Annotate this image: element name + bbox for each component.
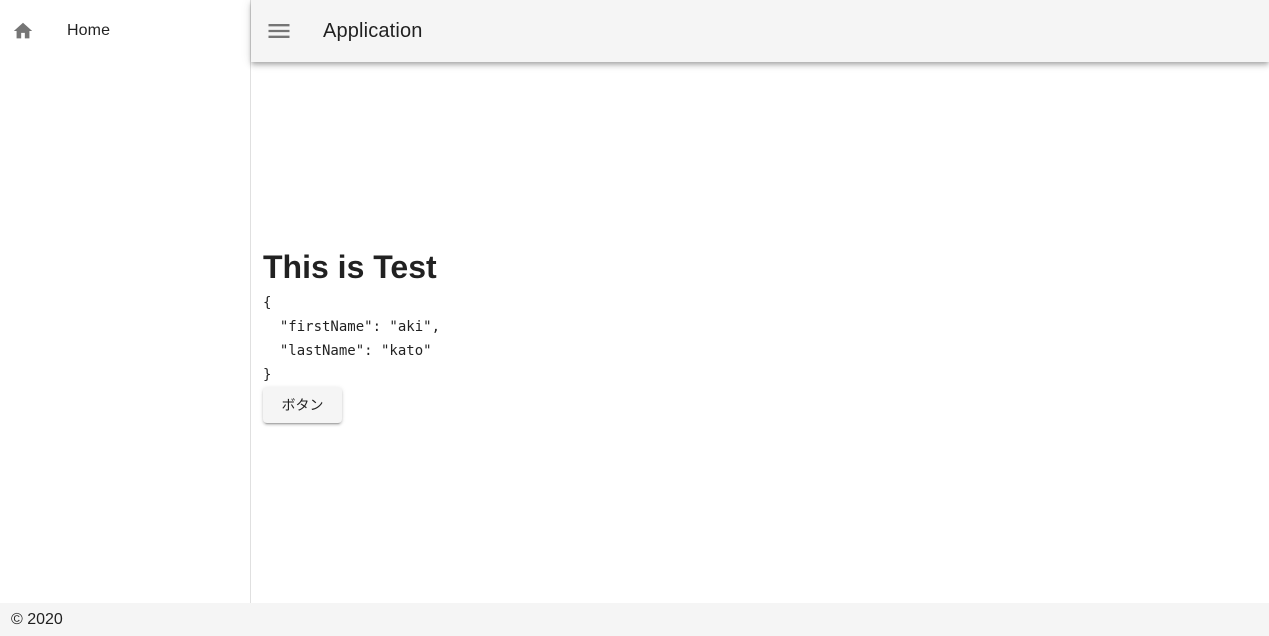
json-line: { — [263, 295, 272, 311]
app-bar: Application — [251, 0, 1269, 62]
json-line: "lastName": "kato" — [263, 343, 432, 359]
home-icon — [12, 20, 34, 42]
app-title: Application — [323, 20, 423, 42]
action-button[interactable]: ボタン — [263, 387, 342, 423]
main-content: This is Test { "firstName": "aki", "last… — [251, 62, 1269, 603]
sidebar-item-home[interactable]: Home — [0, 0, 250, 63]
footer: © 2020 — [0, 603, 1269, 636]
navigation-drawer: Home — [0, 0, 251, 603]
json-line: } — [263, 367, 272, 383]
menu-icon[interactable] — [265, 17, 293, 45]
copyright-text: © 2020 — [11, 611, 63, 628]
sidebar-item-label: Home — [67, 22, 111, 39]
json-display: { "firstName": "aki", "lastName": "kato"… — [263, 291, 440, 387]
app-root: Home Application This is Test { "firstNa… — [0, 0, 1269, 636]
json-line: "firstName": "aki", — [263, 319, 441, 335]
page-title: This is Test — [263, 249, 437, 285]
